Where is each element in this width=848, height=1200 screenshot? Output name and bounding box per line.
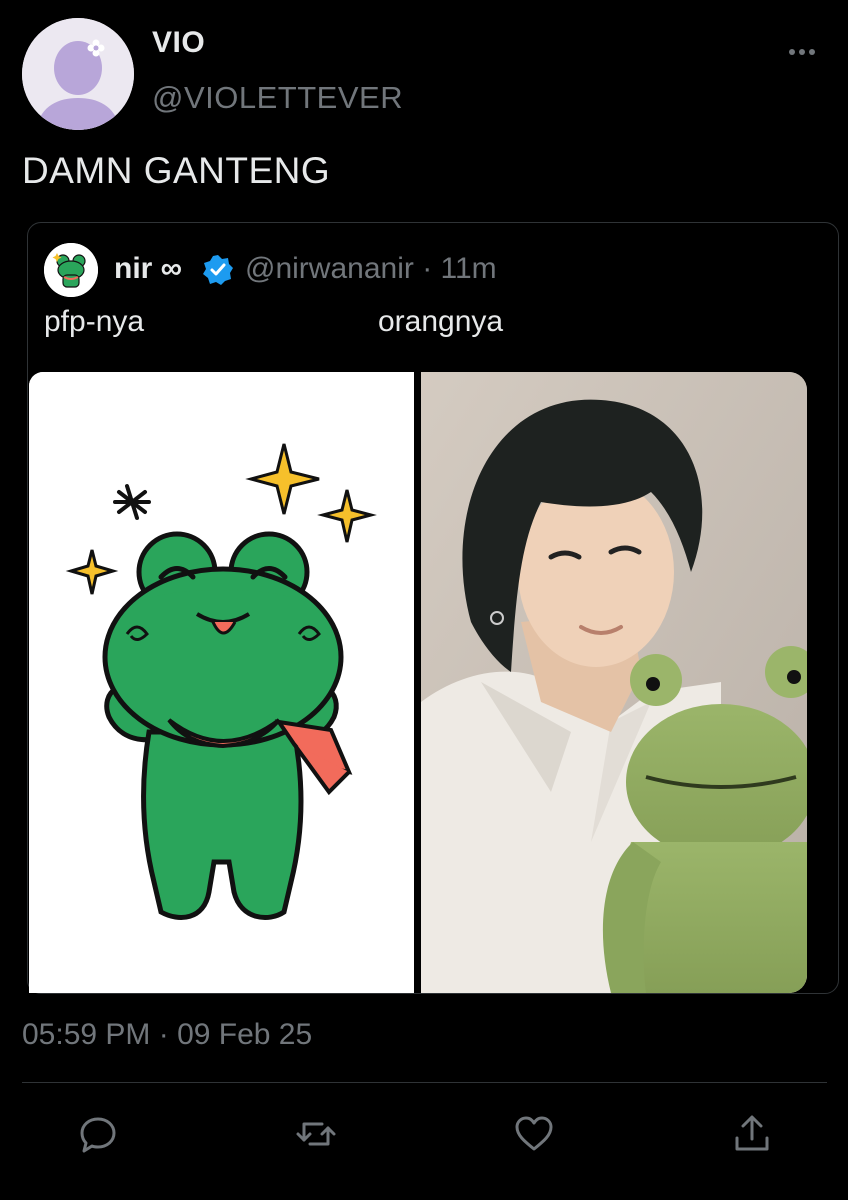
selfie-with-frog-plush-image[interactable] [421,372,807,993]
quoted-author-handle[interactable]: @nirwananir · 11m [245,252,497,286]
like-button[interactable] [512,1112,556,1156]
quoted-author-display-name[interactable]: nir ∞ [114,252,182,286]
tweet-text: DAMN GANTENG [22,150,331,191]
frog-illustration [29,372,414,993]
more-options-button[interactable] [784,40,820,64]
share-button[interactable] [730,1112,774,1156]
retweet-icon [296,1122,336,1146]
quoted-text-left: pfp-nya [44,305,145,338]
verified-badge [202,254,234,286]
retweet-button[interactable] [294,1112,338,1156]
verified-badge-icon [203,255,233,285]
selfie-photo [421,372,807,993]
tweet-timestamp[interactable]: 05:59 PM · 09 Feb 25 [22,1018,312,1052]
frog-avatar-icon [44,243,98,297]
quoted-text-right: orangnya [378,305,504,338]
reply-button[interactable] [76,1112,120,1156]
more-options-icon [789,49,815,55]
quoted-author-avatar[interactable] [44,243,98,297]
author-handle[interactable]: @VIOLETTEVER [152,80,403,116]
default-avatar-icon [22,18,134,130]
divider [22,1082,827,1083]
author-display-name[interactable]: VIO [152,26,205,60]
reply-icon [80,1117,116,1153]
frog-illustration-image[interactable] [29,372,414,993]
author-avatar[interactable] [22,18,134,130]
heart-icon [515,1116,553,1151]
share-icon [735,1115,769,1151]
